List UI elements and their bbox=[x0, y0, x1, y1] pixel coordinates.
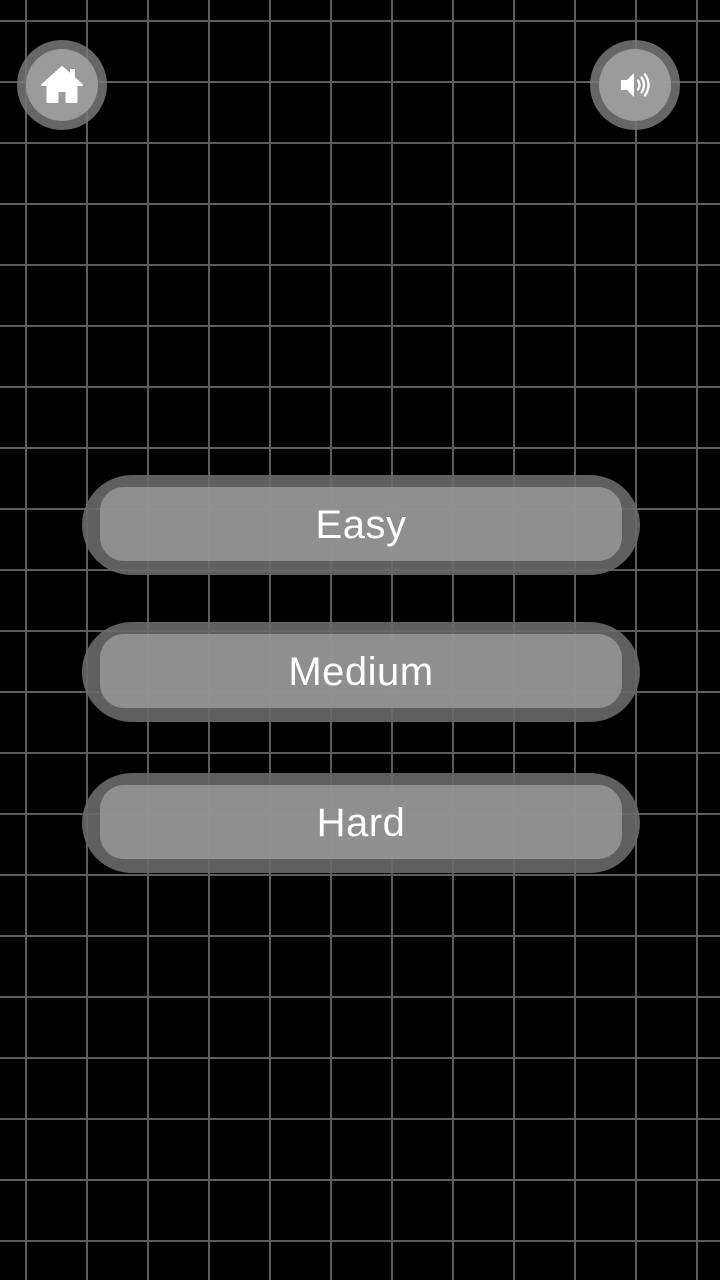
medium-button[interactable]: Medium bbox=[82, 622, 640, 722]
speaker-on-icon bbox=[621, 73, 650, 97]
home-icon bbox=[41, 66, 83, 103]
easy-button[interactable]: Easy bbox=[82, 475, 640, 575]
hard-button-label: Hard bbox=[316, 800, 406, 845]
hard-button[interactable]: Hard bbox=[82, 773, 640, 873]
home-button-face bbox=[26, 49, 98, 121]
home-button[interactable] bbox=[17, 40, 107, 130]
medium-button-label: Medium bbox=[288, 649, 434, 694]
easy-button-label: Easy bbox=[315, 502, 407, 547]
sound-toggle-button[interactable] bbox=[590, 40, 680, 130]
sound-button-face bbox=[599, 49, 671, 121]
